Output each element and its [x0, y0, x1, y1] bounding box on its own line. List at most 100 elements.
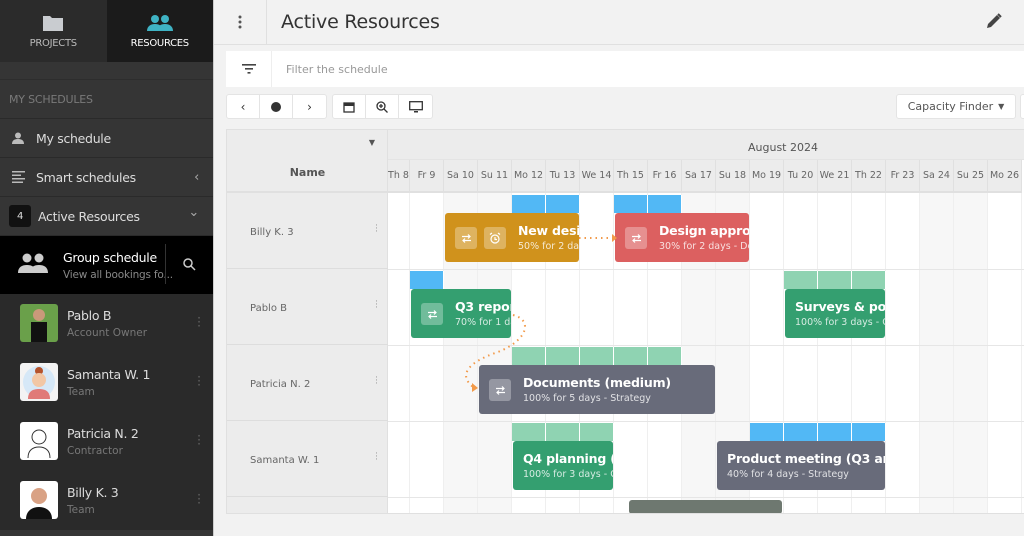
caret-down-icon[interactable]: ▼ — [369, 138, 375, 147]
kebab-icon[interactable]: · · · — [375, 450, 378, 465]
booking-subtitle: 100% for 3 days - General — [795, 317, 885, 328]
person-name: Pablo B — [67, 307, 112, 323]
booking-block[interactable]: Q4 planning (Team) 100% for 3 days - Gene… — [513, 441, 613, 490]
sidebar-item-my-schedule[interactable]: My schedule — [0, 119, 213, 158]
capacity-bar — [818, 271, 852, 289]
calendar-button[interactable] — [333, 95, 366, 118]
booking-block[interactable]: Documents (medium) 100% for 5 days - Stra… — [479, 365, 715, 414]
sidebar-item-active-resources[interactable]: 4 Active Resources ⌄ — [0, 197, 213, 236]
kebab-icon[interactable]: · · · — [197, 430, 201, 450]
name-header[interactable]: ▼ Name — [227, 130, 387, 193]
day-header: Su 11 — [478, 160, 512, 193]
filter-input[interactable]: Filter the schedule — [286, 63, 388, 76]
day-column[interactable] — [920, 193, 954, 513]
resource-row-label[interactable]: Billy K. 3 · · · — [227, 193, 388, 269]
today-button[interactable] — [260, 95, 293, 118]
kebab-icon[interactable]: · · · — [375, 298, 378, 313]
capacity-bar — [648, 195, 682, 213]
avatar — [20, 422, 58, 460]
booking-block[interactable]: Surveys & polls 100% for 3 days - General — [785, 289, 885, 338]
section-my-schedules: MY SCHEDULES — [0, 80, 213, 119]
avatar — [20, 363, 58, 401]
display-button[interactable] — [399, 95, 432, 118]
day-header: Mo 26 — [988, 160, 1022, 193]
person-item[interactable]: Samanta W. 1 Team · · · — [0, 353, 213, 412]
row-divider — [388, 269, 1024, 270]
booking-block[interactable]: Design approval 30% for 2 days - Design — [615, 213, 749, 262]
search-button[interactable] — [165, 244, 213, 284]
chevron-right-icon: › — [307, 99, 312, 114]
day-header: Sa 24 — [920, 160, 954, 193]
prev-button[interactable]: ‹ — [227, 95, 260, 118]
resource-row-label[interactable]: Pablo B · · · — [227, 269, 388, 345]
kebab-icon — [238, 15, 242, 29]
edit-button[interactable] — [986, 13, 1002, 33]
kebab-icon[interactable]: · · · — [197, 489, 201, 509]
sidebar-item-smart-schedules[interactable]: Smart schedules ‹ — [0, 158, 213, 197]
group-subtitle: View all bookings fo... — [63, 268, 173, 281]
alarm-icon — [484, 227, 506, 249]
day-column[interactable] — [988, 193, 1022, 513]
calendar-icon — [343, 101, 355, 113]
resource-row-label[interactable]: Patricia N. 2 · · · — [227, 345, 388, 421]
day-header: Tu 13 — [546, 160, 580, 193]
booking-block[interactable]: New design ( 50% for 2 days - Design — [445, 213, 579, 262]
resource-row-label[interactable]: Samanta W. 1 · · · — [227, 421, 388, 497]
resource-name: Samanta W. 1 — [250, 455, 320, 466]
booking-title: Product meeting (Q3 analysis) — [727, 451, 885, 466]
zoom-button[interactable] — [366, 95, 399, 118]
menu-button[interactable] — [214, 0, 267, 45]
kebab-icon[interactable]: · · · — [375, 222, 378, 237]
person-role: Team — [67, 503, 95, 516]
booking-block[interactable]: Q3 reports 70% for 1 days — [411, 289, 511, 338]
row-divider — [388, 421, 1024, 422]
day-column[interactable] — [954, 193, 988, 513]
booking-subtitle: 100% for 5 days - Strategy — [523, 393, 651, 404]
booking-title: Documents (medium) — [523, 375, 671, 390]
chevron-down-icon[interactable]: ⌄ — [188, 205, 199, 220]
chevron-left-icon: ‹ — [240, 99, 246, 114]
booking-block[interactable]: Product meeting (Q3 analysis) 40% for 4 d… — [717, 441, 885, 490]
kebab-icon[interactable]: · · · — [197, 312, 201, 332]
day-header: We 21 — [818, 160, 852, 193]
person-item[interactable]: Pablo B Account Owner · · · — [0, 294, 213, 353]
person-item[interactable]: Billy K. 3 Team · · · — [0, 471, 213, 530]
horizontal-scrollbar[interactable] — [629, 500, 782, 513]
day-column[interactable] — [410, 193, 444, 513]
extra-dropdown[interactable] — [1020, 94, 1024, 119]
group-icon — [18, 253, 60, 277]
row-divider — [388, 497, 1024, 498]
kebab-icon[interactable]: · · · — [197, 371, 201, 391]
tab-projects[interactable]: PROJECTS — [0, 0, 107, 62]
caret-down-icon: ▼ — [998, 102, 1005, 111]
day-header: Sa 17 — [682, 160, 716, 193]
nav-button-group: ‹ › — [226, 94, 327, 119]
avatar — [20, 304, 58, 342]
chevron-left-icon[interactable]: ‹ — [194, 170, 199, 185]
booking-subtitle: 70% for 1 days — [455, 317, 511, 328]
booking-subtitle: 50% for 2 days - Design — [518, 241, 579, 252]
kebab-icon[interactable]: · · · — [375, 374, 378, 389]
person-item[interactable]: Patricia N. 2 Contractor · · · — [0, 412, 213, 471]
pencil-icon — [987, 13, 1002, 28]
filter-button[interactable] — [226, 51, 272, 87]
capacity-bar — [512, 195, 546, 213]
search-icon — [183, 257, 196, 271]
tab-resources[interactable]: RESOURCES — [106, 0, 213, 62]
capacity-finder-dropdown[interactable]: Capacity Finder ▼ — [896, 94, 1016, 119]
person-role: Contractor — [67, 444, 123, 457]
day-column[interactable] — [886, 193, 920, 513]
group-schedule[interactable]: Group schedule View all bookings fo... — [0, 236, 213, 294]
booking-title: Q3 reports — [455, 299, 511, 314]
day-header: Su 25 — [954, 160, 988, 193]
capacity-bar — [784, 423, 818, 441]
next-button[interactable]: › — [293, 95, 326, 118]
capacity-bar — [648, 347, 682, 365]
capacity-bar — [410, 271, 444, 289]
person-name: Patricia N. 2 — [67, 425, 139, 441]
monitor-icon — [408, 100, 423, 112]
booking-title: New design ( — [518, 223, 579, 238]
day-header: We 14 — [580, 160, 614, 193]
capacity-bar — [750, 423, 784, 441]
day-column[interactable] — [388, 193, 410, 513]
